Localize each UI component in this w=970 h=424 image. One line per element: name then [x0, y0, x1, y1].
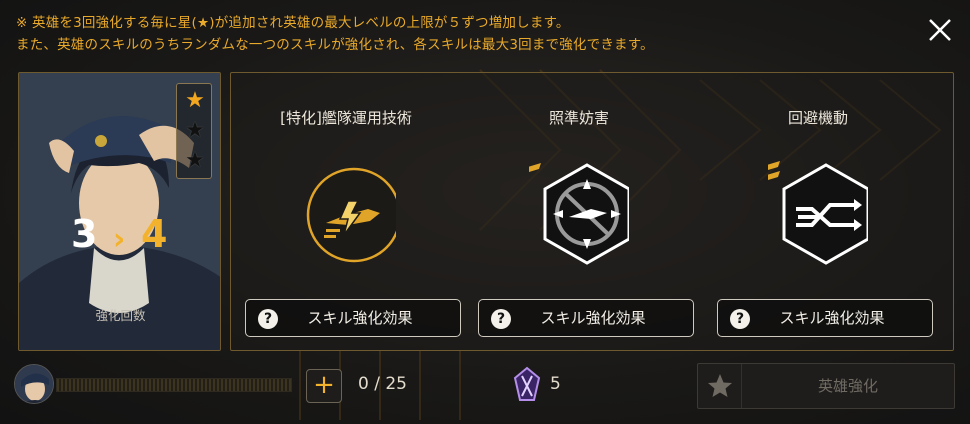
skill-effect-label: スキル強化効果	[540, 309, 646, 327]
progress-text: 0 / 25	[358, 374, 407, 394]
enhance-count-current: 3	[71, 212, 98, 256]
add-material-button[interactable]: +	[306, 369, 342, 403]
skill-effect-button[interactable]: ? スキル強化効果	[717, 299, 933, 337]
skill-effect-button[interactable]: ? スキル強化効果	[245, 299, 461, 337]
enhancement-notice: ※ 英雄を3回強化する毎に星(★)が追加され英雄の最大レベルの上限が５ずつ増加し…	[16, 12, 654, 56]
skills-panel: [特化]艦隊運用技術 ? スキル強化効果 照準妨害 ? スキル強化効果 回避機動…	[230, 72, 954, 351]
enhance-count-next: 4	[141, 212, 168, 256]
close-icon	[929, 19, 951, 41]
hero-card: ★ ★ ★ 3 › 4 強化回数	[18, 72, 221, 351]
star-filled-icon: ★	[185, 88, 205, 113]
enhance-gem-icon	[513, 366, 541, 401]
enhance-count-caption: 強化回数	[95, 308, 146, 323]
skill-name: 回避機動	[787, 109, 848, 127]
skill-slot-3: 回避機動 ? スキル強化効果	[703, 73, 933, 352]
star-empty-icon: ★	[185, 148, 205, 173]
hero-enhance-label: 英雄強化	[817, 377, 878, 395]
skill-effect-button[interactable]: ? スキル強化効果	[478, 299, 694, 337]
aim-jamming-icon[interactable]	[529, 153, 629, 269]
hero-star-rank: ★ ★ ★	[176, 83, 212, 179]
skill-slot-1: [特化]艦隊運用技術 ? スキル強化効果	[231, 73, 461, 352]
skill-name: 照準妨害	[548, 109, 609, 127]
skill-slot-2: 照準妨害 ? スキル強化効果	[464, 73, 694, 352]
enhance-material-progress	[56, 378, 292, 392]
skill-effect-label: スキル強化効果	[307, 309, 413, 327]
hero-avatar	[14, 364, 54, 404]
gem-count: 5	[550, 374, 561, 394]
close-button[interactable]	[922, 12, 958, 48]
star-empty-icon: ★	[185, 118, 205, 143]
evasive-maneuver-icon[interactable]	[768, 153, 868, 269]
hero-avatar-portrait	[15, 365, 53, 403]
notice-line-2: また、英雄のスキルのうちランダムな一つのスキルが強化され、各スキルは最大3回まで…	[16, 37, 654, 53]
fleet-ops-icon[interactable]	[296, 153, 396, 269]
chevron-right-icon: ›	[113, 222, 126, 257]
skill-name: [特化]艦隊運用技術	[280, 109, 412, 127]
star-add-icon	[708, 374, 732, 397]
notice-line-1: ※ 英雄を3回強化する毎に星(★)が追加され英雄の最大レベルの上限が５ずつ増加し…	[16, 15, 570, 31]
hero-enhance-button[interactable]: 英雄強化	[697, 363, 955, 409]
skill-effect-label: スキル強化効果	[779, 309, 885, 327]
enhance-star-icon-box	[698, 364, 742, 408]
